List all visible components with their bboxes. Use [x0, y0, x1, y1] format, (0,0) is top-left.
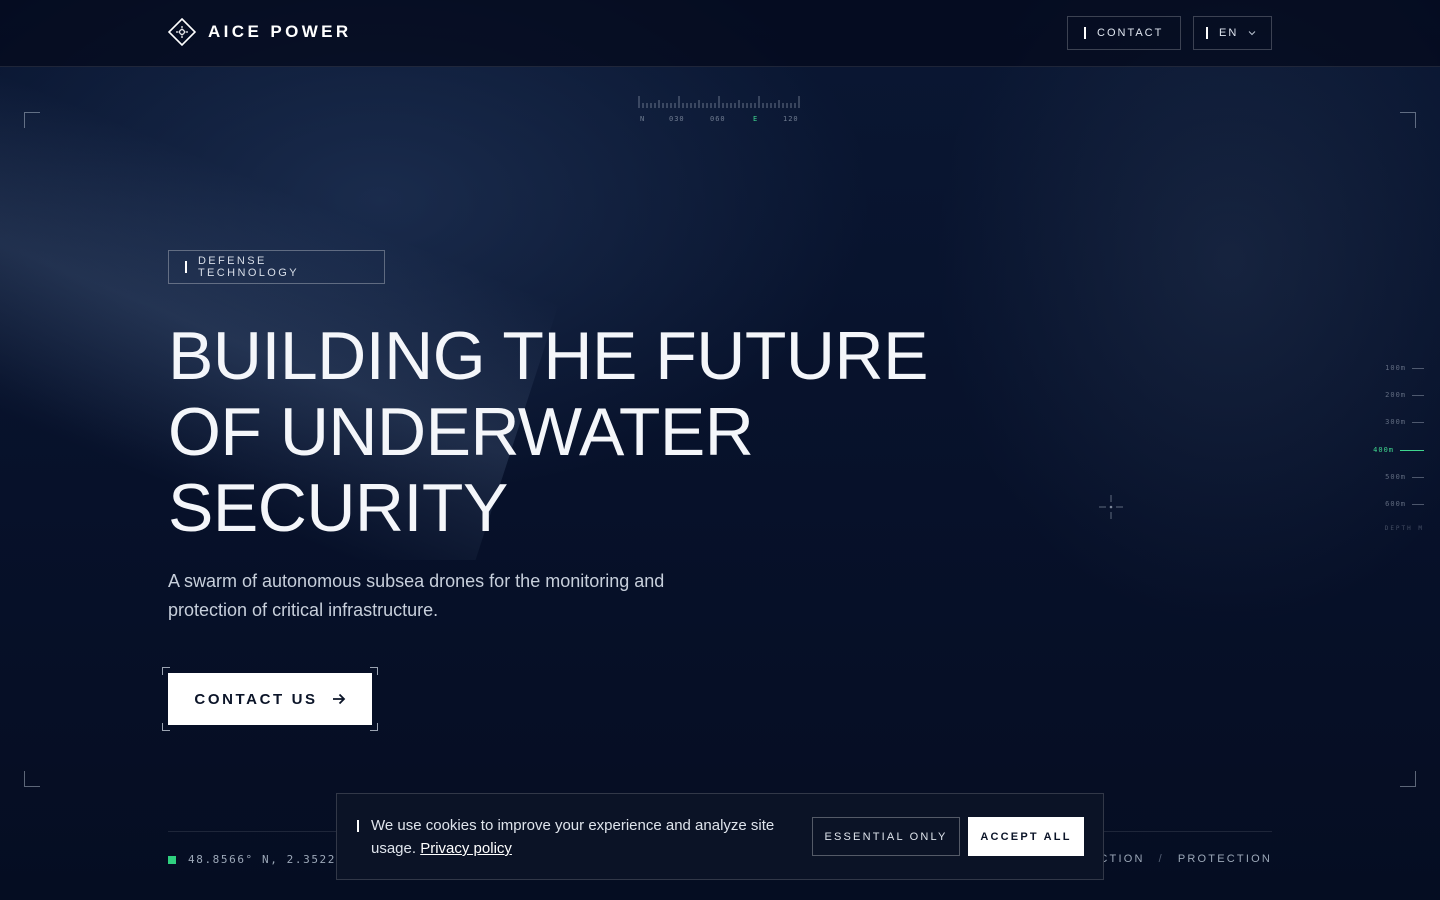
contact-us-label: CONTACT US — [194, 690, 318, 708]
headline-line-2: OF UNDERWATER — [168, 394, 754, 470]
site-header: AICE POWER CONTACT EN — [0, 0, 1440, 67]
header-contact-label: CONTACT — [1097, 27, 1164, 39]
frame-corner-bottom-right — [1400, 771, 1416, 787]
depth-tick — [1412, 394, 1424, 396]
depth-gauge: 100m 200m 300m 400m 500m 600m DEPTH M — [1350, 362, 1430, 542]
headline-line-1: BUILDING THE FUTURE — [168, 318, 928, 394]
frame-corner-top-right — [1400, 112, 1416, 128]
diamond-logo-icon — [168, 18, 196, 46]
depth-tick — [1412, 476, 1424, 478]
coordinates-text: 48.8566° N, 2.3522° — [188, 853, 345, 866]
cookie-banner: We use cookies to improve your experienc… — [336, 793, 1104, 880]
depth-row: 600m — [1385, 500, 1424, 508]
depth-row: 300m — [1385, 418, 1424, 426]
footer-tag-separator: / — [1158, 853, 1164, 865]
accept-all-button[interactable]: ACCEPT ALL — [968, 817, 1084, 856]
depth-row-active: 400m — [1373, 446, 1424, 454]
depth-label: 600m — [1385, 500, 1406, 508]
compass-label-120: 120 — [783, 115, 799, 123]
essential-only-button[interactable]: ESSENTIAL ONLY — [812, 817, 960, 856]
arrow-right-icon — [332, 693, 345, 705]
headline-line-3: SECURITY — [168, 470, 508, 546]
depth-label: 300m — [1385, 418, 1406, 426]
header-contact-button[interactable]: CONTACT — [1067, 16, 1181, 50]
accent-bar — [357, 820, 359, 832]
brand-name: AICE POWER — [208, 22, 352, 41]
depth-label: 500m — [1385, 473, 1406, 481]
footer-tag-protection: PROTECTION — [1177, 853, 1272, 865]
compass-label-e: E — [753, 115, 759, 123]
privacy-policy-link[interactable]: Privacy policy — [420, 840, 512, 857]
depth-tick — [1412, 503, 1424, 505]
frame-corner-top-left — [24, 112, 40, 128]
accent-bar — [1084, 27, 1086, 39]
cookie-message: We use cookies to improve your experienc… — [371, 814, 791, 860]
depth-tick — [1412, 367, 1424, 369]
depth-tick-active — [1400, 449, 1424, 451]
category-tag-label: DEFENSE TECHNOLOGY — [197, 255, 299, 279]
depth-label: 200m — [1385, 391, 1406, 399]
compass-label-060: 060 — [710, 115, 726, 123]
footer-tags: ECTION / PROTECTION — [1090, 853, 1272, 865]
compass-heading: N 030 060 E 120 — [638, 94, 802, 128]
cta-frame: CONTACT US — [162, 667, 378, 731]
chevron-down-icon — [1248, 31, 1256, 36]
depth-title: DEPTH M — [1384, 525, 1424, 532]
depth-row: 100m — [1385, 364, 1424, 372]
accent-bar — [1206, 27, 1208, 39]
coordinates-readout: 48.8566° N, 2.3522° — [168, 853, 344, 866]
depth-row: 200m — [1385, 391, 1424, 399]
depth-tick — [1412, 421, 1424, 423]
depth-row: 500m — [1385, 473, 1424, 481]
compass-label-030: 030 — [669, 115, 685, 123]
crosshair-icon — [1099, 495, 1123, 519]
category-tag: DEFENSE TECHNOLOGY — [168, 250, 385, 284]
frame-corner-bottom-left — [24, 771, 40, 787]
contact-us-button[interactable]: CONTACT US — [168, 673, 372, 725]
depth-label: 100m — [1385, 364, 1406, 372]
hero-subtitle: A swarm of autonomous subsea drones for … — [168, 571, 665, 620]
language-label: EN — [1219, 27, 1239, 39]
language-selector[interactable]: EN — [1193, 16, 1272, 50]
accent-bar — [185, 261, 187, 273]
hero-headline: BUILDING THE FUTURE OF UNDERWATER SECURI… — [168, 318, 928, 546]
compass-label-n: N — [640, 115, 646, 123]
status-dot — [168, 855, 176, 864]
logo[interactable]: AICE POWER — [168, 18, 352, 46]
compass-ticks — [638, 96, 800, 108]
depth-label-active: 400m — [1373, 446, 1394, 454]
